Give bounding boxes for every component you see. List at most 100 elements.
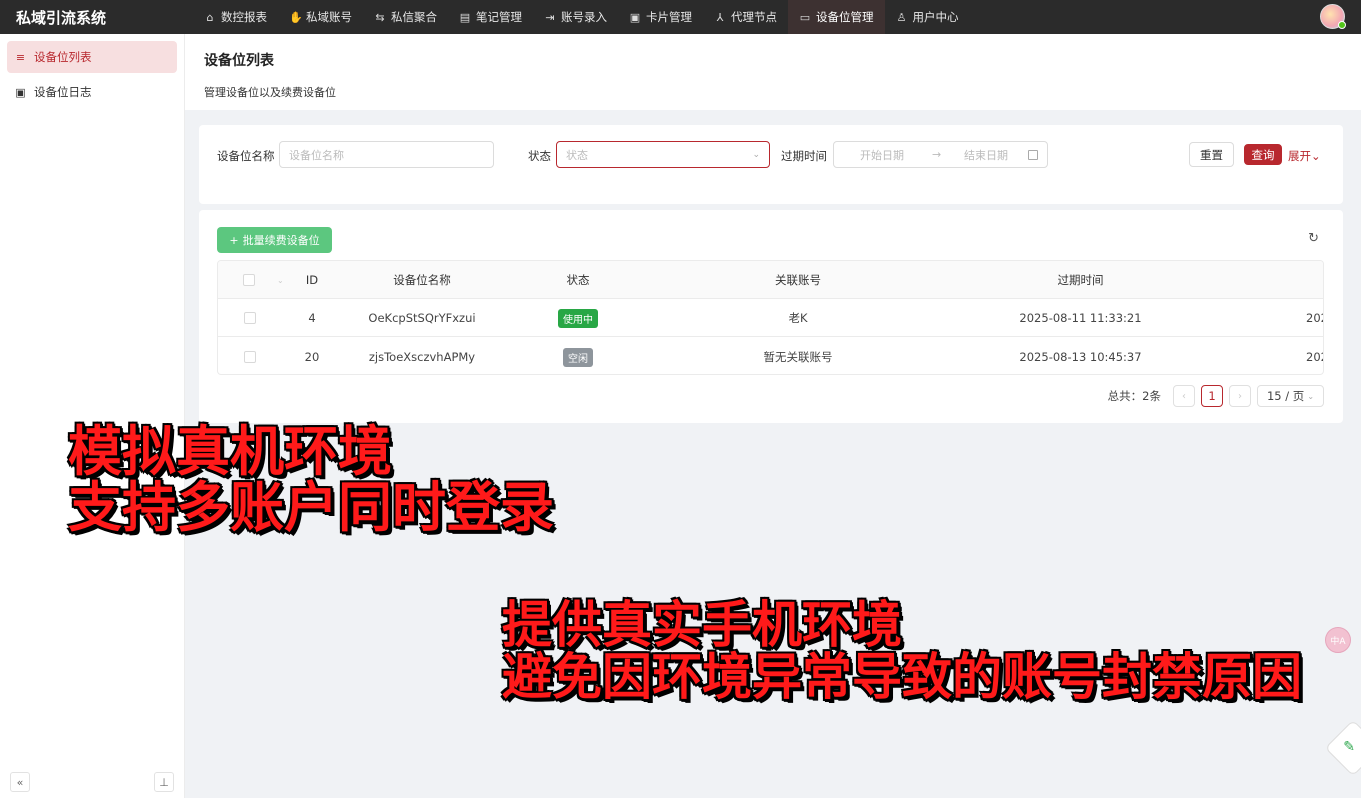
device-icon: ▭: [799, 10, 811, 24]
sidebar-item-device-list[interactable]: ≡ 设备位列表: [7, 41, 177, 73]
status-filter-label: 状态: [528, 149, 551, 163]
nav-item-reports[interactable]: ⌂ 数控报表: [193, 0, 278, 34]
chevron-down-icon: ⌄: [1307, 391, 1315, 401]
refresh-icon[interactable]: ↻: [1308, 231, 1319, 246]
log-icon: ▣: [15, 85, 26, 99]
next-page-button[interactable]: ›: [1229, 385, 1251, 407]
col-header-account[interactable]: 关联账号: [738, 261, 858, 299]
overlay-line: 提供真实手机环境: [502, 596, 902, 654]
table-panel: + 批量续费设备位 ↻ ⌄ ID 设备位名称 状态 关联账号 过期时间 4 Oe…: [199, 210, 1343, 423]
expire-date-range-picker[interactable]: 开始日期 → 结束日期: [833, 141, 1048, 168]
overlay-caption-bottom: 提供真实手机环境 避免因环境异常导致的账号封禁原因: [502, 596, 1302, 706]
nav-item-notes[interactable]: ▤ 笔记管理: [448, 0, 533, 34]
cell-account: 老K: [788, 311, 808, 325]
name-filter-label: 设备位名称: [217, 149, 275, 163]
end-date-input[interactable]: 结束日期: [964, 147, 1008, 163]
nav-item-proxy-nodes[interactable]: ⅄ 代理节点: [703, 0, 788, 34]
table-row[interactable]: 4 OeKcpStSQrYFxzui 使用中 老K 2025-08-11 11:…: [218, 299, 1323, 337]
cell-status: 空闲: [538, 338, 618, 374]
name-filter-placeholder: 设备位名称: [289, 148, 344, 162]
user-icon: ♙: [896, 10, 907, 24]
edit-icon[interactable]: ✎: [1343, 739, 1355, 755]
batch-renew-label: 批量续费设备位: [242, 234, 320, 247]
cell-account: 暂无关联账号: [763, 350, 833, 364]
expand-label: 展开: [1288, 149, 1311, 163]
chevron-down-icon[interactable]: ⌄: [277, 276, 284, 285]
calendar-icon: [1028, 149, 1038, 160]
reset-button[interactable]: 重置: [1189, 142, 1234, 167]
home-chart-icon: ⌂: [206, 10, 214, 24]
sidebar-item-label: 设备位日志: [34, 85, 92, 99]
pin-icon[interactable]: ⊥: [154, 772, 174, 792]
status-badge: 空闲: [563, 347, 593, 367]
sidebar-item-device-log[interactable]: ▣ 设备位日志: [7, 76, 177, 108]
sidebar-footer: « ⊥: [10, 772, 174, 792]
nav-item-messages[interactable]: ⇆ 私信聚合: [363, 0, 448, 34]
col-header-name[interactable]: 设备位名称: [352, 261, 492, 299]
brand-title: 私域引流系统: [16, 8, 107, 27]
nav-item-user-center[interactable]: ♙ 用户中心: [885, 0, 970, 34]
table-row[interactable]: 20 zjsToeXsczvhAPMy 空闲 暂无关联账号 2025-08-13…: [218, 338, 1323, 374]
page-title: 设备位列表: [204, 53, 274, 69]
status-select[interactable]: 状态 ⌄: [556, 141, 770, 168]
node-icon: ⅄: [716, 10, 724, 24]
cell-name: zjsToeXsczvhAPMy: [368, 350, 476, 364]
cell-expire: 2025-08-13 10:45:37: [1019, 350, 1142, 364]
nav-label: 代理节点: [731, 10, 777, 24]
pagination: 总共：2条 ‹ 1 › 15 / 页 ⌄: [1108, 385, 1324, 407]
nav-item-device-slots[interactable]: ▭ 设备位管理: [788, 0, 885, 34]
select-all-checkbox[interactable]: [243, 274, 255, 286]
sidebar: ≡ 设备位列表 ▣ 设备位日志 « ⊥: [0, 34, 185, 798]
sidebar-item-label: 设备位列表: [34, 50, 92, 64]
page-1-button[interactable]: 1: [1201, 385, 1223, 407]
chevron-down-icon: ⌄: [752, 149, 760, 160]
collapse-sidebar-button[interactable]: «: [10, 772, 30, 792]
chevron-down-icon: ⌄: [1311, 149, 1321, 163]
nav-item-cards[interactable]: ▣ 卡片管理: [618, 0, 703, 34]
expand-filters-link[interactable]: 展开⌄: [1288, 148, 1321, 164]
col-header-expire[interactable]: 过期时间: [1018, 261, 1143, 299]
row-checkbox[interactable]: [244, 351, 256, 363]
online-status-dot: [1338, 21, 1346, 29]
nav-item-account-import[interactable]: ⇥ 账号录入: [533, 0, 618, 34]
start-date-input[interactable]: 开始日期: [860, 147, 904, 163]
hand-icon: ✋: [289, 10, 303, 24]
row-checkbox[interactable]: [244, 312, 256, 324]
cell-expire: 2025-08-11 11:33:21: [1019, 311, 1142, 325]
nav-label: 私域账号: [306, 10, 352, 24]
nav-label: 笔记管理: [476, 10, 522, 24]
page-subtitle: 管理设备位以及续费设备位: [204, 86, 336, 99]
overlay-line: 模拟真机环境: [68, 420, 392, 483]
translate-icon[interactable]: 中A: [1325, 627, 1351, 653]
col-header-id[interactable]: ID: [292, 261, 332, 299]
import-icon: ⇥: [545, 10, 555, 24]
nav-label: 数控报表: [221, 10, 267, 24]
batch-renew-button[interactable]: + 批量续费设备位: [217, 227, 332, 253]
page-size-select[interactable]: 15 / 页 ⌄: [1257, 385, 1324, 407]
nav-item-private-accounts[interactable]: ✋ 私域账号: [278, 0, 363, 34]
overlay-caption-top: 模拟真机环境 支持多账户同时登录: [68, 424, 554, 535]
row-select-cell: [243, 338, 257, 374]
overlay-line: 支持多账户同时登录: [68, 475, 554, 539]
status-select-placeholder: 状态: [566, 148, 588, 162]
filter-panel: 设备位名称 设备位名称 状态 状态 ⌄ 过期时间 开始日期 → 结束日期 重置 …: [199, 125, 1343, 204]
arrow-right-icon: →: [932, 148, 942, 161]
chat-icon: ⇆: [375, 10, 385, 24]
nav-label: 账号录入: [561, 10, 607, 24]
expire-filter-label: 过期时间: [781, 149, 827, 163]
main-nav: ⌂ 数控报表 ✋ 私域账号 ⇆ 私信聚合 ▤ 笔记管理 ⇥ 账号录入 ▣ 卡片管理 ⅄ 代理节…: [193, 0, 970, 34]
cell-clipped: 202: [1306, 311, 1323, 325]
page-header: 设备位列表 管理设备位以及续费设备位: [185, 34, 1361, 110]
table-header-row: ⌄ ID 设备位名称 状态 关联账号 过期时间: [218, 261, 1323, 299]
col-header-status[interactable]: 状态: [538, 261, 618, 299]
page-size-value: 15 / 页: [1266, 389, 1305, 403]
name-filter-input[interactable]: 设备位名称: [279, 141, 494, 168]
list-icon: ≡: [15, 50, 26, 64]
cell-status: 使用中: [538, 299, 618, 337]
overlay-line: 避免因环境异常导致的账号封禁原因: [502, 647, 1302, 706]
query-button[interactable]: 查询: [1244, 144, 1282, 165]
avatar[interactable]: [1320, 4, 1346, 29]
cell-name: OeKcpStSQrYFxzui: [368, 311, 476, 325]
prev-page-button[interactable]: ‹: [1173, 385, 1195, 407]
cell-id: 4: [308, 311, 316, 325]
